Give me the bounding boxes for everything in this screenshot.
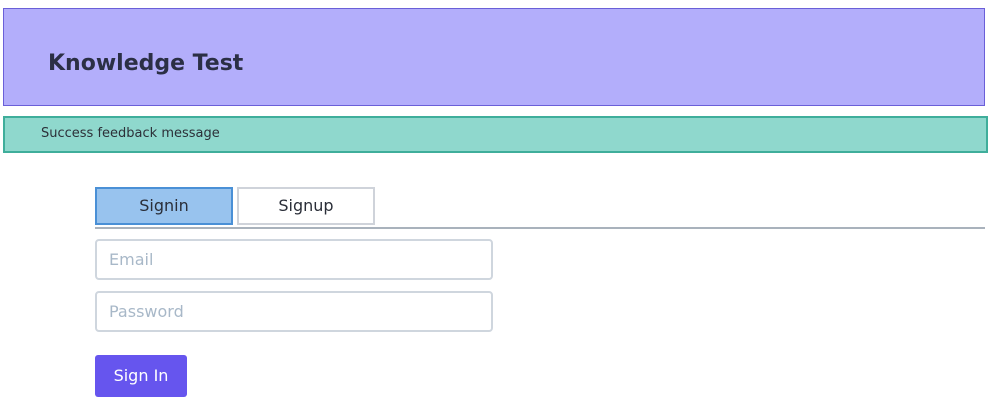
tabs-divider (95, 227, 985, 229)
email-field[interactable] (95, 239, 493, 280)
tab-signup[interactable]: Signup (237, 187, 375, 225)
password-field[interactable] (95, 291, 493, 332)
app-title: Knowledge Test (48, 51, 244, 76)
signin-page: Knowledge Test Success feedback message … (0, 0, 1004, 412)
app-header: Knowledge Test (3, 8, 985, 106)
sign-in-button[interactable]: Sign In (95, 355, 187, 397)
alert-message: Success feedback message (41, 126, 220, 141)
tab-signin[interactable]: Signin (95, 187, 233, 225)
success-alert: Success feedback message (3, 116, 988, 153)
